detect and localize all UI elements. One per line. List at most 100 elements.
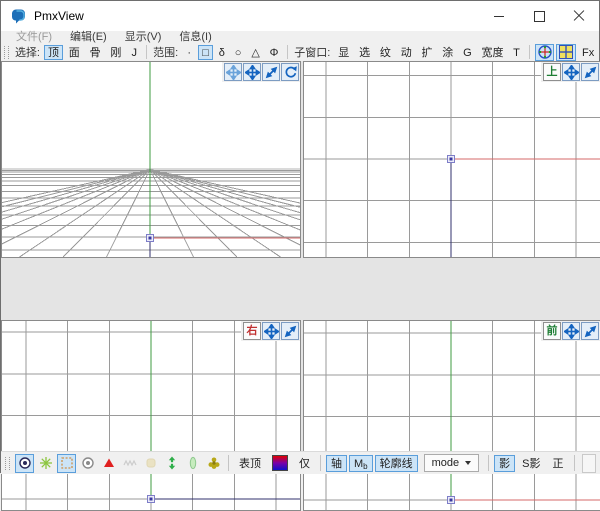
zoom-button[interactable] bbox=[262, 63, 280, 81]
viewport-top-buttons: 上 bbox=[541, 62, 600, 82]
select-joint-button[interactable]: J bbox=[127, 45, 141, 60]
dotted-square-toggle[interactable] bbox=[57, 453, 76, 473]
zoom-button[interactable] bbox=[281, 322, 299, 340]
pan-icon bbox=[563, 64, 579, 80]
viewport-front-buttons: 前 bbox=[541, 321, 600, 341]
minimize-button[interactable] bbox=[479, 1, 519, 31]
menu-file[interactable]: 文件(F) bbox=[7, 31, 61, 43]
orbit-icon bbox=[225, 64, 241, 80]
pan-button[interactable] bbox=[243, 63, 261, 81]
bottombar-separator bbox=[228, 455, 229, 471]
sub-display-button[interactable]: 显 bbox=[334, 45, 353, 60]
pan-icon bbox=[244, 64, 260, 80]
menu-info[interactable]: 信息(I) bbox=[170, 31, 220, 43]
bottombar-separator bbox=[488, 455, 490, 471]
capsule-icon bbox=[186, 456, 200, 470]
radio-grey-toggle[interactable] bbox=[78, 454, 97, 473]
bottombar-separator bbox=[573, 455, 575, 471]
shadow-toggle[interactable]: 影 bbox=[494, 454, 516, 472]
zoom-icon bbox=[264, 65, 279, 80]
minimize-icon bbox=[494, 15, 504, 17]
menu-edit[interactable]: 编辑(E) bbox=[61, 31, 116, 43]
toolbar-grip[interactable] bbox=[4, 45, 9, 59]
sub-width-button[interactable]: 宽度 bbox=[477, 45, 507, 60]
capsule-toggle[interactable] bbox=[183, 454, 202, 473]
flower-toggle[interactable] bbox=[204, 454, 223, 473]
zoom-button[interactable] bbox=[581, 322, 599, 340]
mode-dropdown[interactable]: mode bbox=[423, 454, 480, 472]
wire-star-toggle[interactable] bbox=[36, 454, 55, 473]
menu-view[interactable]: 显示(V) bbox=[116, 31, 171, 43]
blob-toggle[interactable] bbox=[141, 454, 160, 473]
axis-gizmo-toggle[interactable] bbox=[534, 43, 555, 61]
dotted-square-icon bbox=[60, 456, 74, 470]
pan-button[interactable] bbox=[562, 63, 580, 81]
orbit-button[interactable] bbox=[224, 63, 242, 81]
range-box-button[interactable]: □ bbox=[198, 44, 213, 60]
flower-icon bbox=[207, 456, 221, 470]
main-toolbar: 选择: 顶面骨刚 J 范围: · □ δ ○ △ Φ 子窗口: 显选纹动扩涂 G 宽度 T Fx bbox=[1, 43, 599, 61]
pan-button[interactable] bbox=[262, 322, 280, 340]
select-vertex-button[interactable]: 顶 bbox=[44, 44, 63, 60]
fx-button[interactable]: Fx bbox=[578, 45, 598, 60]
range-circle-button[interactable]: ○ bbox=[231, 45, 246, 60]
maximize-icon bbox=[533, 10, 545, 22]
axis-toggle[interactable]: 轴 bbox=[326, 454, 347, 472]
range-triangle-button[interactable]: △ bbox=[247, 45, 263, 60]
wave-toggle[interactable] bbox=[120, 454, 139, 473]
rotate-button[interactable] bbox=[281, 63, 299, 81]
range-delta-button[interactable]: δ bbox=[215, 45, 229, 60]
only-button[interactable]: 仅 bbox=[294, 455, 315, 472]
select-rigid-button[interactable]: 刚 bbox=[106, 45, 125, 60]
viewport-label-上[interactable]: 上 bbox=[543, 63, 561, 81]
chevron-down-icon bbox=[465, 461, 472, 465]
vertex-display-toggle[interactable] bbox=[15, 453, 34, 473]
axis-target-icon bbox=[537, 44, 553, 60]
quad-view-toggle[interactable] bbox=[556, 43, 577, 61]
sub-t-button[interactable]: T bbox=[509, 45, 524, 60]
sub-motion-button[interactable]: 动 bbox=[397, 45, 416, 60]
sub-texture-button[interactable]: 纹 bbox=[376, 45, 395, 60]
viewport-perspective[interactable] bbox=[1, 61, 301, 258]
red-triangle-toggle[interactable] bbox=[99, 454, 118, 473]
outline-toggle[interactable]: 轮廓线 bbox=[374, 454, 418, 472]
sub-select-button[interactable]: 选 bbox=[355, 45, 374, 60]
zoom-icon bbox=[583, 324, 598, 339]
pan-button[interactable] bbox=[562, 322, 580, 340]
close-button[interactable] bbox=[559, 1, 599, 31]
viewport-perspective-buttons bbox=[222, 62, 300, 82]
maximize-button[interactable] bbox=[519, 1, 559, 31]
range-point-button[interactable]: · bbox=[182, 45, 196, 60]
select-bone-button[interactable]: 骨 bbox=[86, 45, 105, 60]
star-icon bbox=[39, 456, 53, 470]
titlebar: PmxView bbox=[1, 1, 599, 31]
front-face-toggle[interactable]: 正 bbox=[548, 455, 569, 472]
sub-g-button[interactable]: G bbox=[459, 45, 475, 60]
viewport-label-右[interactable]: 右 bbox=[243, 322, 261, 340]
color-swatch[interactable] bbox=[272, 455, 288, 471]
rotate-icon bbox=[283, 65, 298, 80]
updown-arrows-toggle[interactable] bbox=[162, 454, 181, 473]
status-area bbox=[581, 453, 596, 473]
sub-extend-button[interactable]: 扩 bbox=[417, 45, 436, 60]
sub-paint-button[interactable]: 涂 bbox=[438, 45, 457, 60]
viewport-top[interactable]: 上 bbox=[303, 61, 600, 258]
app-icon bbox=[10, 8, 27, 25]
mb-toggle[interactable]: Mb bbox=[349, 454, 373, 472]
zoom-button[interactable] bbox=[581, 63, 599, 81]
blob-icon bbox=[144, 456, 158, 470]
toolbar-separator bbox=[287, 45, 289, 59]
pmxview-window: PmxView 文件(F) 编辑(E) 显示(V) 信息(I) 选择: 顶面骨刚 J 范围:… bbox=[0, 0, 600, 511]
self-shadow-toggle[interactable]: S影 bbox=[517, 455, 545, 472]
vertex-top-button[interactable]: 表顶 bbox=[234, 455, 266, 472]
bottombar-separator bbox=[320, 455, 321, 471]
viewport-right[interactable]: 右 bbox=[1, 320, 301, 511]
select-face-button[interactable]: 面 bbox=[65, 45, 84, 60]
viewport-front[interactable]: 前 bbox=[303, 320, 600, 511]
updown-icon bbox=[165, 456, 179, 470]
range-phi-button[interactable]: Φ bbox=[266, 45, 283, 60]
viewport-label-前[interactable]: 前 bbox=[543, 322, 561, 340]
close-icon bbox=[573, 10, 585, 22]
waves-icon bbox=[122, 456, 137, 470]
bottombar-grip[interactable] bbox=[5, 456, 10, 470]
